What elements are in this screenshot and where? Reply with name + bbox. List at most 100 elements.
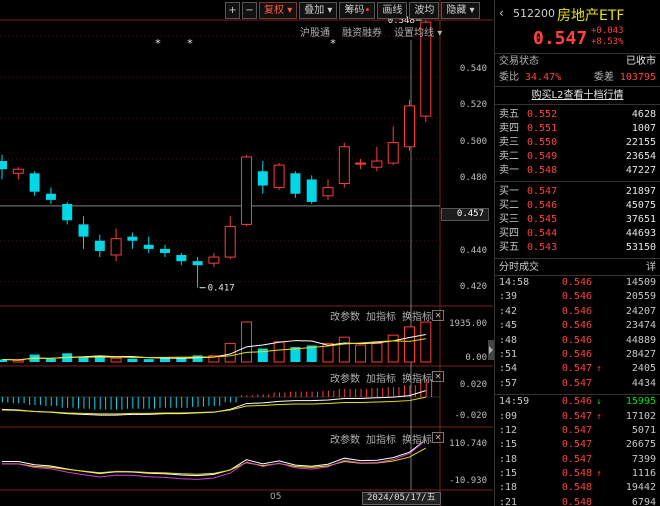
candle-body xyxy=(404,105,415,148)
edit-params-button[interactable]: 改参数 xyxy=(330,431,360,446)
overlay-dropdown[interactable]: 叠加 ▾ xyxy=(299,2,338,19)
trade-row: :15 0.547 26675 xyxy=(495,438,660,452)
close-icon[interactable]: ✕ xyxy=(432,432,444,443)
trade-volume: 28427 xyxy=(625,348,656,360)
edit-params-button[interactable]: 改参数 xyxy=(330,308,360,323)
bid-row[interactable]: 买三 0.545 37651 xyxy=(495,213,660,227)
adjust-dropdown[interactable]: 复权 ▾ xyxy=(259,2,298,19)
bid-row[interactable]: 买四 0.544 44693 xyxy=(495,227,660,241)
candle-body xyxy=(241,156,252,225)
kline-chart-area[interactable]: 0.548 0.417 * * * + − 复权 ▾ 叠加 ▾ 筹码• 画线 波均 隐藏… xyxy=(0,0,494,506)
ask-row[interactable]: 卖五 0.552 4628 xyxy=(495,108,660,122)
trades-header: 分时成交 详 xyxy=(495,258,660,276)
trade-direction-icon xyxy=(594,424,604,438)
trade-direction-icon: ↑ xyxy=(596,469,602,480)
add-indicator-button[interactable]: 加指标 xyxy=(366,370,396,385)
trade-volume: 5071 xyxy=(631,424,656,436)
draw-line-button[interactable]: 画线 xyxy=(377,2,408,19)
volume-bar xyxy=(110,357,122,363)
trade-price: 0.546 xyxy=(561,334,592,346)
indicator3-axis-label: 110.740 xyxy=(449,439,487,449)
trade-row: :18 0.547 7399 xyxy=(495,453,660,467)
change-percent: +8.53% xyxy=(591,37,624,47)
candle-body xyxy=(127,236,138,241)
trade-direction-icon xyxy=(594,276,604,290)
swap-indicator-button[interactable]: 换指标 xyxy=(402,308,432,323)
candle-body xyxy=(371,160,383,168)
swap-indicator-button[interactable]: 换指标 xyxy=(402,370,432,385)
zoom-in-button[interactable]: + xyxy=(225,2,240,19)
trade-time: :15 xyxy=(499,468,518,480)
trade-volume: 44889 xyxy=(625,334,656,346)
wave-button[interactable]: 波均 xyxy=(409,2,440,19)
candle-body xyxy=(273,164,285,189)
trade-volume: 24207 xyxy=(625,305,656,317)
trade-time: :45 xyxy=(499,320,518,332)
add-indicator-button[interactable]: 加指标 xyxy=(366,308,396,323)
trade-time: :18 xyxy=(499,453,518,465)
status-value: 已收市 xyxy=(626,56,656,67)
candle-body xyxy=(208,256,220,264)
l2-upgrade-link[interactable]: 购买L2查看十档行情 xyxy=(495,87,660,105)
trades-detail-button[interactable]: 详 xyxy=(646,259,656,275)
close-icon[interactable]: ✕ xyxy=(432,310,444,321)
trade-time: :57 xyxy=(499,377,518,389)
bid-row[interactable]: 买一 0.547 21897 xyxy=(495,185,660,199)
trade-direction-icon xyxy=(594,496,604,506)
hk-connect-link[interactable]: 沪股通 xyxy=(300,24,330,39)
change-value: +0.043 xyxy=(591,26,624,36)
trade-direction-icon xyxy=(594,305,604,319)
trade-price: 0.547 xyxy=(561,377,592,389)
margin-link[interactable]: 融资融券 xyxy=(342,24,382,39)
trade-time: :09 xyxy=(499,410,518,422)
ask-row[interactable]: 卖二 0.549 23654 xyxy=(495,150,660,164)
price-change: +0.043 +8.53% xyxy=(591,26,624,48)
zoom-out-button[interactable]: − xyxy=(242,2,257,19)
volume-bar xyxy=(127,358,138,362)
volume-bar xyxy=(12,359,24,363)
trade-direction-icon xyxy=(594,348,604,362)
macd-axis-label: -0.020 xyxy=(454,411,487,421)
volume-bar xyxy=(257,348,268,362)
candle-body xyxy=(0,161,7,170)
trade-price: 0.547 xyxy=(561,453,592,465)
bid-row[interactable]: 买二 0.546 45075 xyxy=(495,199,660,213)
bid-row[interactable]: 买五 0.543 53150 xyxy=(495,241,660,255)
weicha-value: 103795 xyxy=(619,72,656,83)
swap-indicator-button[interactable]: 换指标 xyxy=(402,431,432,446)
candle-body xyxy=(12,168,24,174)
ask-row[interactable]: 卖三 0.550 22155 xyxy=(495,136,660,150)
price-axis-label: 0.500 xyxy=(459,137,487,147)
price-axis-label: 0.440 xyxy=(459,246,487,256)
chips-button[interactable]: 筹码• xyxy=(339,2,376,19)
trade-price: 0.546 xyxy=(561,348,592,360)
ask-row[interactable]: 卖一 0.548 47227 xyxy=(495,164,660,178)
trade-price: 0.546 xyxy=(561,320,592,332)
trade-price: 0.547 xyxy=(561,424,592,436)
volume-bar xyxy=(404,326,415,363)
candle-body xyxy=(29,173,40,192)
trade-volume: 23474 xyxy=(625,320,656,332)
trades-list-a: 14:58 0.546 14509:39 0.546 20559:42 0.546 2420… xyxy=(495,276,660,391)
trade-price: 0.547 xyxy=(561,363,592,375)
candle-body xyxy=(224,225,236,258)
trade-direction-icon xyxy=(594,481,604,495)
candle-body xyxy=(290,173,301,194)
chevron-left-icon[interactable]: ‹ xyxy=(499,6,504,20)
ask-row[interactable]: 卖四 0.551 1007 xyxy=(495,122,660,136)
add-indicator-button[interactable]: 加指标 xyxy=(366,431,396,446)
edit-params-button[interactable]: 改参数 xyxy=(330,370,360,385)
trade-price: 0.548 xyxy=(561,496,592,506)
hide-dropdown[interactable]: 隐藏 ▾ xyxy=(441,2,480,19)
macd-axis-label: 0.020 xyxy=(459,380,487,390)
trade-row: :42 0.546 24207 xyxy=(495,305,660,319)
set-ma-link[interactable]: 设置均线 ▾ xyxy=(394,24,442,39)
trade-volume: 19442 xyxy=(625,482,656,494)
trade-price: 0.548 xyxy=(561,482,592,494)
candle-body xyxy=(160,248,170,253)
volume-bar xyxy=(45,358,56,362)
volume-bar xyxy=(273,341,285,363)
candle-body xyxy=(257,171,268,186)
crosshair-date-badge: 2024/05/17/五 xyxy=(362,492,441,505)
close-icon[interactable]: ✕ xyxy=(432,371,444,382)
